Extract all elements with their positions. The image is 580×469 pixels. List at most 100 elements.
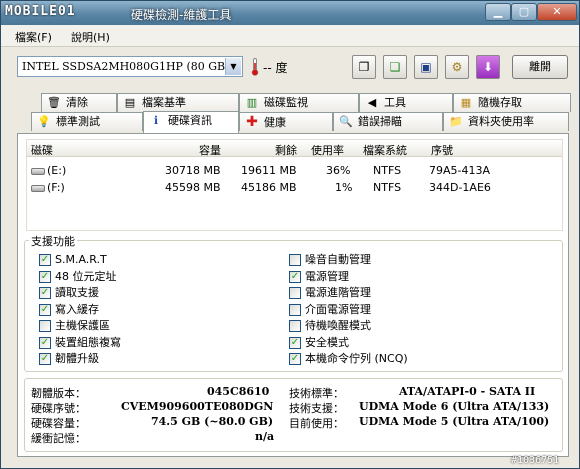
speaker-icon: ◀ — [367, 96, 377, 109]
tab-tools[interactable]: ◀ 工具 — [359, 93, 453, 112]
feature-checkbox[interactable]: ✓ — [289, 353, 301, 365]
feature-label: 讀取支援 — [55, 286, 99, 299]
folder-icon: 📁 — [449, 115, 463, 128]
menu-file[interactable]: 檔案(F) — [15, 29, 52, 45]
feature-checkbox[interactable]: ✓ — [289, 270, 301, 283]
col-usage[interactable]: 使用率 — [311, 142, 344, 158]
app-logo: MOBILE01 — [5, 4, 76, 19]
feature-label: 電源進階管理 — [305, 286, 371, 299]
floppy-icon: ▣ — [420, 60, 432, 74]
health-cross-icon: ✚ — [246, 114, 258, 130]
copy-icon: ❐ — [358, 60, 370, 74]
menu-help[interactable]: 說明(H) — [71, 29, 110, 45]
feature-label: 本機命令佇列 (NCQ) — [305, 352, 408, 365]
capacity-label: 硬碟容量： — [31, 417, 86, 430]
feature-checkbox[interactable]: ✓ — [39, 287, 51, 299]
options-button[interactable]: ⚙ — [445, 55, 469, 79]
feature-checkbox[interactable] — [289, 254, 301, 266]
feature-label: 主機保護區 — [55, 319, 110, 332]
feature-label: 韌體升級 — [55, 352, 99, 365]
standard-value: ATA/ATAPI-0 - SATA II — [399, 385, 536, 398]
feature-label: 裝置組態複寫 — [55, 335, 121, 349]
col-serial[interactable]: 序號 — [431, 142, 453, 158]
feature-label: 寫入緩存 — [55, 302, 99, 316]
col-free[interactable]: 剩餘 — [275, 142, 297, 158]
arrow-down-icon: ⬇ — [482, 60, 494, 74]
chevron-down-icon[interactable]: ▼ — [225, 58, 241, 75]
feature-checkbox[interactable] — [289, 320, 301, 332]
tab-error-scan[interactable]: 🔍 錯誤掃瞄 — [333, 112, 443, 131]
feature-label: 待機喚醒模式 — [305, 319, 371, 332]
serial-value: CVEM909600TE080DGN — [121, 400, 274, 413]
col-disk[interactable]: 磁碟 — [31, 142, 53, 158]
tab-disk-info[interactable]: ℹ 硬碟資訊 — [143, 111, 239, 133]
info-icon: ℹ — [153, 114, 159, 127]
drive-select[interactable]: INTEL SSDSA2MH080G1HP (80 GB) ▼ — [17, 56, 243, 77]
supported-mode-value: UDMA Mode 6 (Ultra ATA/133) — [359, 400, 550, 413]
feature-checkbox[interactable]: ✓ — [39, 353, 51, 365]
trash-icon: 🗑 — [47, 96, 61, 109]
table-row[interactable]: (F:) 45598 MB 45186 MB 1% NTFS 344D-1AE6 — [27, 179, 562, 196]
tab-random-access[interactable]: ▦ 隨機存取 — [453, 93, 571, 112]
firmware-value: 045C8610 — [207, 385, 270, 398]
feature-checkbox[interactable] — [39, 320, 51, 332]
exit-button[interactable]: 離開 — [512, 55, 568, 79]
col-capacity[interactable]: 容量 — [199, 142, 221, 158]
table-row[interactable]: (E:) 30718 MB 19611 MB 36% NTFS 79A5-413… — [27, 162, 562, 179]
file-benchmark-icon: ▤ — [124, 96, 136, 109]
main-window: MOBILE01 硬碟檢測-維護工具 ▁ ▢ ✕ 檔案(F) 說明(H) INT… — [0, 0, 580, 469]
lightbulb-icon: 💡 — [37, 115, 51, 128]
current-mode-label: 目前使用： — [289, 417, 344, 430]
menu-bar: 檔案(F) 說明(H) — [1, 25, 579, 47]
feature-checkbox[interactable]: ✓ — [39, 270, 51, 283]
supported-features-group: 支援功能 ✓ S.M.A.R.T ✓ 48 位元定址 ✓ 讀取支援 ✓ 寫入緩存 主機保護區 ✓ 裝… — [24, 233, 563, 372]
drive-icon — [31, 184, 45, 192]
window-title: 硬碟檢測-維護工具 — [131, 8, 232, 22]
drive-select-value: INTEL SSDSA2MH080G1HP (80 GB) — [22, 60, 230, 73]
feature-label: S.M.A.R.T — [55, 253, 107, 266]
firmware-label: 韌體版本： — [31, 387, 86, 400]
feature-checkbox[interactable]: ✓ — [39, 336, 51, 349]
chart-icon: ▥ — [246, 96, 258, 109]
copy-all-button[interactable]: ❏ — [383, 55, 407, 79]
disk-info-panel: 磁碟 容量 剩餘 使用率 檔案系統 序號 (E:) 30718 MB 19611… — [17, 133, 569, 457]
volume-table: 磁碟 容量 剩餘 使用率 檔案系統 序號 (E:) 30718 MB 19611… — [26, 139, 563, 231]
maximize-button[interactable]: ▢ — [511, 3, 537, 21]
buffer-label: 緩衝記憶： — [31, 432, 86, 445]
thermometer-icon — [251, 58, 259, 76]
download-button[interactable]: ⬇ — [476, 55, 500, 79]
standard-label: 技術標準： — [289, 387, 344, 400]
capacity-value: 74.5 GB (~80.0 GB) — [151, 415, 274, 428]
tab-health[interactable]: ✚ 健康 — [239, 112, 333, 131]
gears-icon: ⚙ — [451, 60, 463, 74]
close-button[interactable]: ✕ — [537, 3, 577, 21]
serial-label: 硬碟序號： — [31, 402, 86, 415]
tab-erase[interactable]: 🗑 清除 — [41, 93, 117, 112]
copy-all-icon: ❏ — [389, 60, 401, 74]
feature-checkbox[interactable]: ✓ — [289, 336, 301, 349]
toolbar: INTEL SSDSA2MH080G1HP (80 GB) ▼ -- 度 ❐ ❏… — [1, 47, 579, 87]
magnifier-icon: 🔍 — [339, 115, 353, 128]
tab-disk-monitor[interactable]: ▥ 磁碟監視 — [239, 93, 359, 112]
minimize-button[interactable]: ▁ — [485, 3, 511, 21]
copy-button[interactable]: ❐ — [352, 55, 376, 79]
feature-checkbox[interactable]: ✓ — [39, 254, 51, 266]
tab-benchmark[interactable]: 💡 標準測試 — [31, 112, 143, 131]
random-access-icon: ▦ — [460, 96, 472, 109]
tab-file-benchmark[interactable]: ▤ 檔案基準 — [117, 93, 239, 112]
tab-folder-usage[interactable]: 📁 資料夾使用率 — [443, 112, 569, 131]
title-bar: MOBILE01 硬碟檢測-維護工具 ▁ ▢ ✕ — [1, 1, 579, 25]
buffer-value: n/a — [255, 430, 275, 443]
feature-checkbox[interactable] — [289, 287, 301, 299]
feature-checkbox[interactable]: ✓ — [39, 303, 51, 316]
watermark: #1036751 — [511, 455, 560, 466]
feature-label: 介面電源管理 — [305, 302, 371, 316]
features-title: 支援功能 — [29, 233, 77, 249]
feature-label: 安全模式 — [305, 335, 349, 349]
feature-checkbox[interactable] — [289, 303, 301, 316]
col-filesystem[interactable]: 檔案系統 — [363, 142, 407, 158]
supported-mode-label: 技術支援： — [289, 402, 344, 415]
volume-table-header: 磁碟 容量 剩餘 使用率 檔案系統 序號 — [27, 140, 562, 157]
current-mode-value: UDMA Mode 5 (Ultra ATA/100) — [359, 415, 550, 428]
save-button[interactable]: ▣ — [414, 55, 438, 79]
